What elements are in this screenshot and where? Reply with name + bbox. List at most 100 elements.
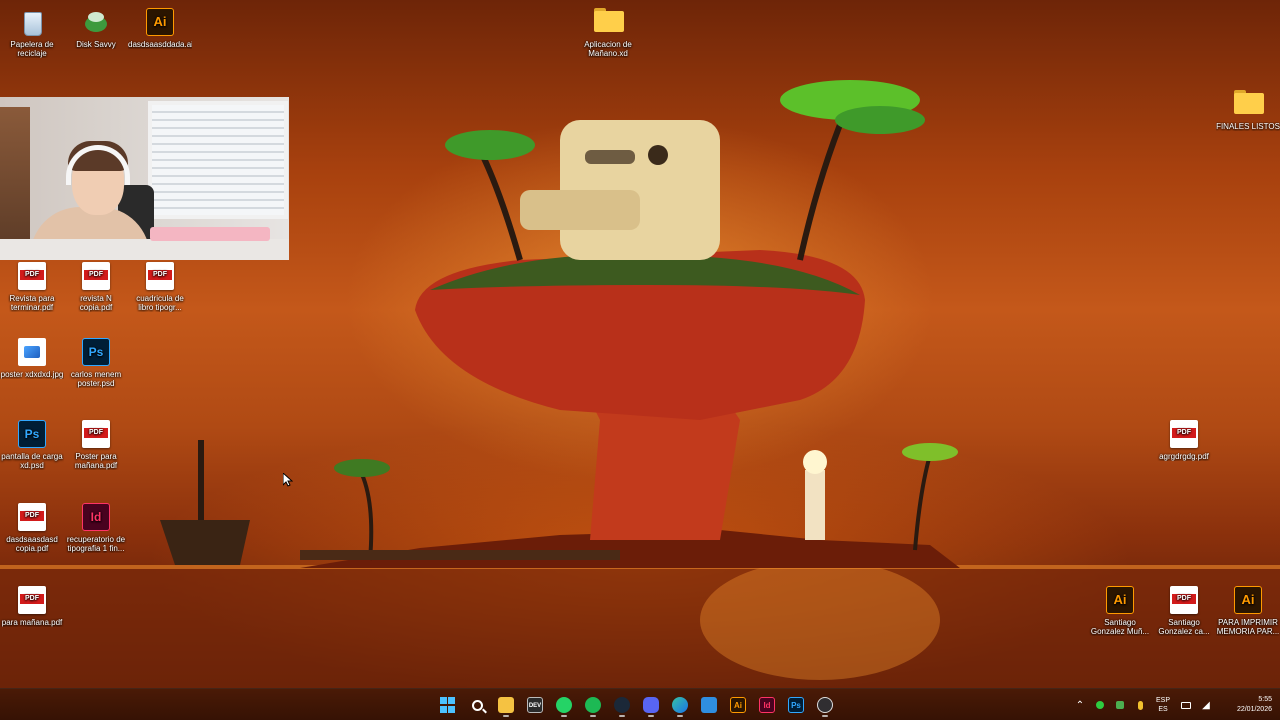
- mouse-cursor-icon: [283, 473, 293, 487]
- desktop-icon-label: Aplicacion de Mañano.xd: [584, 40, 632, 58]
- shield-icon: [1116, 701, 1124, 709]
- desktop-icon-label: Poster para mañana.pdf: [74, 452, 118, 470]
- folder-icon: [498, 697, 514, 713]
- desktop-icon-pdf[interactable]: revista N copia.pdf: [64, 262, 128, 312]
- desktop-icon-ai-file[interactable]: Ai PARA IMPRIMIR MEMORIA PAR...: [1216, 586, 1280, 636]
- show-hidden-icons-button[interactable]: ⌃: [1070, 693, 1090, 717]
- speaker-icon: ◢: [1202, 699, 1210, 711]
- search-button[interactable]: [465, 693, 489, 717]
- illustrator-file-icon: Ai: [1234, 586, 1262, 614]
- spotify-icon: [585, 697, 601, 713]
- desktop-icon-folder-xd[interactable]: Aplicacion de Mañano.xd: [576, 8, 640, 58]
- image-file-icon: [18, 338, 46, 366]
- desktop-icon-pdf[interactable]: para mañana.pdf: [0, 586, 64, 627]
- terminal-icon: DEV: [527, 697, 543, 713]
- webcam-window: [148, 101, 288, 219]
- desktop-icon-folder-finales[interactable]: FINALES LISTOS: [1216, 90, 1280, 131]
- desktop-icon-disk-savvy[interactable]: Disk Savvy: [64, 8, 128, 49]
- webcam-overlay: [0, 97, 289, 260]
- illustrator-file-icon: Ai: [1106, 586, 1134, 614]
- indesign-icon: Id: [759, 697, 775, 713]
- desktop-icon-label: PARA IMPRIMIR MEMORIA PAR...: [1216, 618, 1280, 636]
- desktop-icon-pdf[interactable]: agrgdrgdg.pdf: [1152, 420, 1216, 461]
- tray-app-shield[interactable]: [1110, 693, 1130, 717]
- taskbar-photoshop[interactable]: Ps: [784, 693, 808, 717]
- taskbar-obs[interactable]: [813, 693, 837, 717]
- clock-time: 5:55: [1258, 696, 1272, 703]
- pdf-file-icon: [82, 420, 110, 448]
- desktop-icon-label: pantalla de carga xd.psd: [1, 452, 63, 470]
- taskbar-dev-app[interactable]: DEV: [523, 693, 547, 717]
- recycle-bin-icon: [18, 8, 46, 36]
- store-icon: [701, 697, 717, 713]
- photoshop-file-icon: Ps: [82, 338, 110, 366]
- desktop-icon-ai-file[interactable]: Ai dasdsaasddada.ai: [128, 8, 192, 49]
- photoshop-icon: Ps: [788, 697, 804, 713]
- network-button[interactable]: [1176, 693, 1196, 717]
- desktop-icon-label: poster xdxdxd.jpg: [0, 370, 64, 379]
- taskbar-spotify[interactable]: [581, 693, 605, 717]
- folder-icon: [594, 8, 624, 36]
- desktop-icon-pdf[interactable]: Revista para terminar.pdf: [0, 262, 64, 312]
- desktop-icon-pdf[interactable]: dasdsaasdasd copia.pdf: [0, 503, 64, 553]
- taskbar-whatsapp[interactable]: [552, 693, 576, 717]
- taskbar-discord[interactable]: [639, 693, 663, 717]
- desktop-icon-psd[interactable]: Ps pantalla de carga xd.psd: [0, 420, 64, 470]
- indesign-file-icon: Id: [82, 503, 110, 531]
- whatsapp-icon: [556, 697, 572, 713]
- desktop-icon-label: Papelera de reciclaje: [10, 40, 54, 58]
- tray-microphone[interactable]: [1130, 693, 1150, 717]
- desktop-icon-label: Disk Savvy: [76, 40, 116, 49]
- desktop-icon-label: cuadricula de libro tipogr...: [136, 294, 184, 312]
- desktop-icon-label: revista N copia.pdf: [79, 294, 113, 312]
- illustrator-icon: Ai: [730, 697, 746, 713]
- desktop-icon-label: agrgdrgdg.pdf: [1159, 452, 1209, 461]
- desktop-icon-label: recuperatorio de tipografia 1 fin...: [66, 535, 126, 553]
- desktop-icon-pdf[interactable]: Poster para mañana.pdf: [64, 420, 128, 470]
- chevron-up-icon: ⌃: [1075, 699, 1085, 711]
- language-code: ESP: [1155, 697, 1170, 704]
- search-icon: [471, 699, 483, 711]
- desktop-icon-label: FINALES LISTOS: [1216, 122, 1280, 131]
- desktop-icon-label: dasdsaasddada.ai: [128, 40, 192, 49]
- pdf-file-icon: [18, 586, 46, 614]
- desktop-icon-recycle-bin[interactable]: Papelera de reciclaje: [0, 8, 64, 58]
- microphone-icon: [1137, 700, 1143, 710]
- desktop-icon-label: para mañana.pdf: [1, 618, 63, 627]
- obs-icon: [817, 697, 833, 713]
- folder-icon: [1234, 90, 1264, 118]
- desktop-icon-label: dasdsaasdasd copia.pdf: [6, 535, 58, 553]
- desktop-icon-jpg[interactable]: poster xdxdxd.jpg: [0, 338, 64, 379]
- desktop-icon-ai-file[interactable]: Ai Santiago Gonzalez Muñ...: [1088, 586, 1152, 636]
- desktop-icon-pdf[interactable]: cuadricula de libro tipogr...: [128, 262, 192, 312]
- start-button[interactable]: [436, 693, 460, 717]
- system-tray: ⌃ ESP ES ◢ 5:55 22/01/2026: [1070, 689, 1280, 720]
- taskbar-store[interactable]: [697, 693, 721, 717]
- desktop-icon-indd[interactable]: Id recuperatorio de tipografia 1 fin...: [64, 503, 128, 553]
- webcam-shelf: [0, 107, 30, 257]
- pdf-file-icon: [82, 262, 110, 290]
- pdf-file-icon: [18, 503, 46, 531]
- taskbar-illustrator[interactable]: Ai: [726, 693, 750, 717]
- desktop-icon-label: carlos menem poster.psd: [70, 370, 122, 388]
- desktop-icon-psd[interactable]: Ps carlos menem poster.psd: [64, 338, 128, 388]
- status-dot-icon: [1096, 701, 1104, 709]
- photoshop-file-icon: Ps: [18, 420, 46, 448]
- clock[interactable]: 5:55 22/01/2026: [1216, 695, 1280, 715]
- pdf-file-icon: [146, 262, 174, 290]
- taskbar-indesign[interactable]: Id: [755, 693, 779, 717]
- taskbar-steam[interactable]: [610, 693, 634, 717]
- language-indicator[interactable]: ESP ES: [1150, 696, 1176, 714]
- steam-icon: [614, 697, 630, 713]
- taskbar-apps: DEV Ai Id Ps: [436, 689, 837, 720]
- desktop-icon-pdf[interactable]: Santiago Gonzalez ca...: [1152, 586, 1216, 636]
- desktop-icon-label: Santiago Gonzalez Muñ...: [1090, 618, 1150, 636]
- taskbar-edge[interactable]: [668, 693, 692, 717]
- taskbar-file-explorer[interactable]: [494, 693, 518, 717]
- edge-icon: [672, 697, 688, 713]
- volume-button[interactable]: ◢: [1196, 693, 1216, 717]
- webcam-keyboard: [150, 227, 270, 241]
- pdf-file-icon: [18, 262, 46, 290]
- taskbar: DEV Ai Id Ps ⌃ ESP ES ◢ 5:55 22/01/2026: [0, 688, 1280, 720]
- tray-app-green[interactable]: [1090, 693, 1110, 717]
